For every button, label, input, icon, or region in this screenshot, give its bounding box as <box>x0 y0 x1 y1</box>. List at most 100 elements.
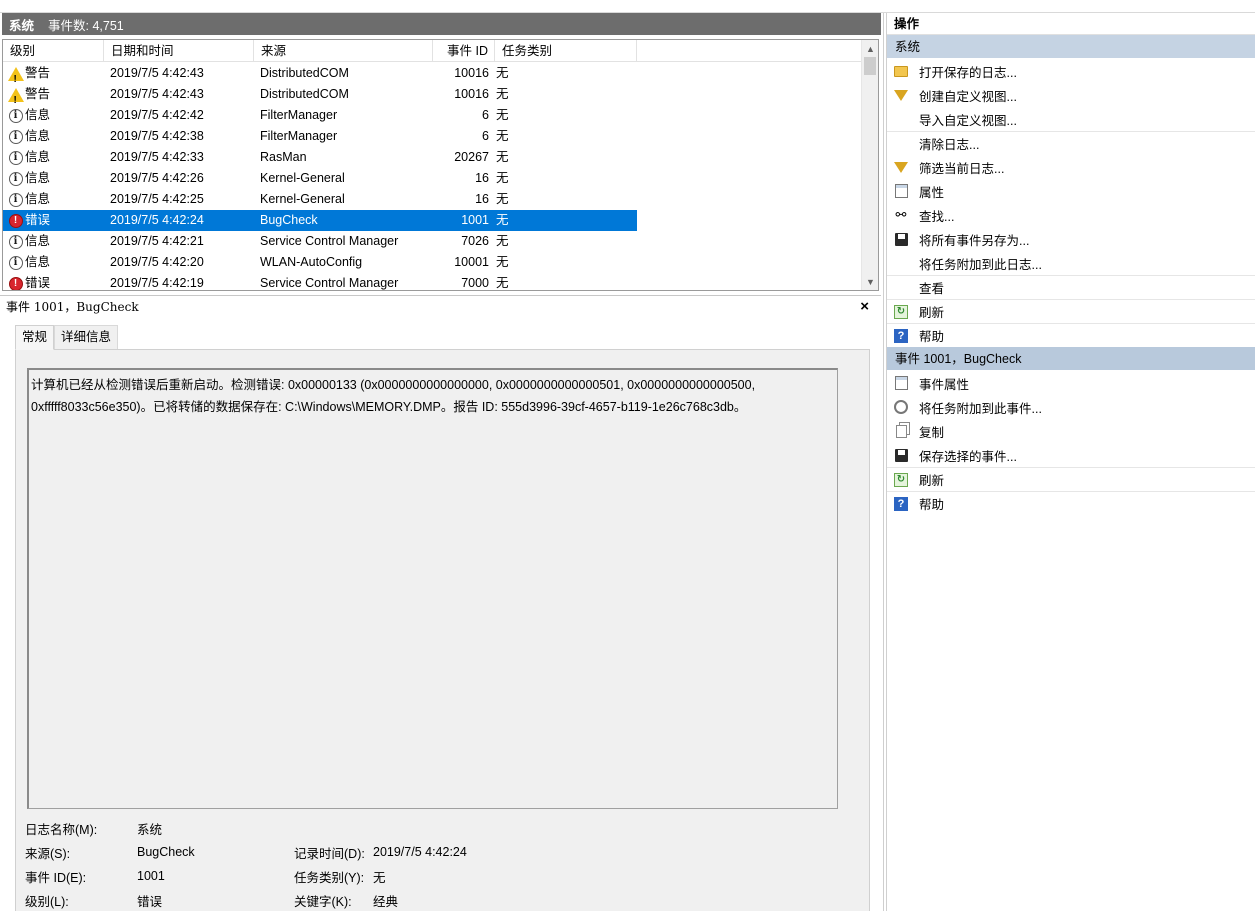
section-header-system[interactable]: 系统 <box>887 35 1255 59</box>
prop-row-event-id: 事件 ID(E): 1001 任务类别(Y): 无 <box>25 864 865 888</box>
blank-icon <box>893 280 909 296</box>
action-item[interactable]: 事件属性 <box>887 371 1255 395</box>
action-item[interactable]: 属性 <box>887 179 1255 203</box>
level-cell: i 信息 <box>3 168 104 189</box>
datetime-cell: 2019/7/5 4:42:21 <box>110 234 204 248</box>
copy-icon <box>893 423 909 439</box>
table-row[interactable]: i 信息 2019/7/5 4:42:38 FilterManager 6 无 <box>3 126 863 147</box>
table-row[interactable]: i 信息 2019/7/5 4:42:26 Kernel-General 16 无 <box>3 168 863 189</box>
pane-divider[interactable] <box>883 13 884 911</box>
action-item[interactable]: ? 帮助 <box>887 323 1255 347</box>
scroll-thumb[interactable] <box>864 57 876 75</box>
info-icon: i <box>8 171 23 186</box>
source-cell: Service Control Manager <box>260 276 399 290</box>
task-category-cell: 无 <box>496 192 509 206</box>
column-header-event-id[interactable]: 事件 ID <box>433 40 495 62</box>
event-actions-list: 事件属性将任务附加到此事件... 复制 保存选择的事件... ↻ 刷新? 帮助 <box>887 371 1255 515</box>
action-item[interactable]: 保存选择的事件... <box>887 443 1255 467</box>
table-row[interactable]: i 信息 2019/7/5 4:42:33 RasMan 20267 无 <box>3 147 863 168</box>
tab-details[interactable]: 详细信息 <box>54 325 119 349</box>
action-item[interactable]: ? 帮助 <box>887 491 1255 515</box>
blank-icon <box>893 136 909 152</box>
source-cell: Kernel-General <box>260 192 345 206</box>
action-item[interactable]: 将任务附加到此日志... <box>887 251 1255 275</box>
task-category-cell: 无 <box>496 87 509 101</box>
tab-general[interactable]: 常规 <box>15 325 55 350</box>
level-cell: i 信息 <box>3 105 104 126</box>
datetime-cell: 2019/7/5 4:42:42 <box>110 108 204 122</box>
task-category-cell: 无 <box>496 150 509 164</box>
event-id-cell: 10016 <box>454 66 489 80</box>
event-detail-title: 事件 1001，BugCheck <box>6 300 139 314</box>
column-header-task-category[interactable]: 任务类别 <box>495 40 637 62</box>
table-row[interactable]: i 信息 2019/7/5 4:42:25 Kernel-General 16 无 <box>3 189 863 210</box>
level-text: 警告 <box>25 66 51 80</box>
datetime-cell: 2019/7/5 4:42:33 <box>110 150 204 164</box>
datetime-cell: 2019/7/5 4:42:43 <box>110 87 204 101</box>
event-id-cell: 20267 <box>454 150 489 164</box>
action-label: 事件属性 <box>919 377 970 392</box>
column-header-source[interactable]: 来源 <box>254 40 433 62</box>
binoculars-icon: ⚯ <box>895 207 907 222</box>
level-text: 信息 <box>25 255 51 269</box>
column-header-datetime[interactable]: 日期和时间 <box>104 40 254 62</box>
warning-icon <box>7 87 24 105</box>
action-item[interactable]: ↻ 刷新 <box>887 299 1255 323</box>
datetime-cell: 2019/7/5 4:42:25 <box>110 192 204 206</box>
section-header-event[interactable]: 事件 1001，BugCheck <box>887 347 1255 371</box>
task-clock-icon <box>893 399 909 415</box>
info-icon: i <box>8 192 23 207</box>
table-row[interactable]: i 信息 2019/7/5 4:42:42 FilterManager 6 无 <box>3 105 863 126</box>
logged-label: 记录时间(D): <box>294 846 365 861</box>
prop-row-source: 来源(S): BugCheck 记录时间(D): 2019/7/5 4:42:2… <box>25 840 865 864</box>
action-item[interactable]: ↻ 刷新 <box>887 467 1255 491</box>
properties-icon <box>893 375 909 391</box>
action-item[interactable]: 导入自定义视图... <box>887 107 1255 131</box>
level-cell: 警告 <box>3 63 104 84</box>
help-icon: ? <box>893 496 909 512</box>
info-icon: i <box>8 108 23 123</box>
description-line-2: 0xfffff8033c56e350)。已将转储的数据保存在: C:\Windo… <box>31 400 747 414</box>
task-category-label: 任务类别(Y): <box>294 870 365 885</box>
list-scrollbar[interactable]: ▲ ▼ <box>861 40 878 290</box>
actions-pane: 操作 系统 打开保存的日志... 创建自定义视图... 导入自定义视图... 清除日志… <box>886 13 1255 911</box>
level-text: 信息 <box>25 171 51 185</box>
level-cell: i 信息 <box>3 189 104 210</box>
event-detail-title-bar: 事件 1001，BugCheck × <box>0 295 881 317</box>
keywords-value: 经典 <box>373 894 399 909</box>
action-label: 清除日志... <box>919 138 980 152</box>
log-name-label: 日志名称(M): <box>25 822 98 837</box>
action-item[interactable]: 创建自定义视图... <box>887 83 1255 107</box>
close-icon[interactable]: × <box>860 298 869 315</box>
action-label: 刷新 <box>919 306 945 320</box>
task-category-cell: 无 <box>496 129 509 143</box>
action-item[interactable]: 打开保存的日志... <box>887 59 1255 83</box>
table-row[interactable]: i 信息 2019/7/5 4:42:21 Service Control Manag… <box>3 231 863 252</box>
table-row[interactable]: 警告 2019/7/5 4:42:43 DistributedCOM 10016 无 <box>3 84 863 105</box>
event-description[interactable]: 计算机已经从检测错误后重新启动。检测错误: 0x00000133 (0x0000… <box>27 368 838 809</box>
scroll-up-arrow-icon[interactable]: ▲ <box>862 40 878 57</box>
table-row[interactable]: ! 错误 2019/7/5 4:42:24 BugCheck 1001 无 <box>3 210 863 231</box>
action-item[interactable]: 复制 <box>887 419 1255 443</box>
level-text: 警告 <box>25 87 51 101</box>
event-properties: 日志名称(M): 系统 来源(S): BugCheck 记录时间(D): 201… <box>25 816 865 911</box>
task-category-cell: 无 <box>496 276 509 290</box>
level-value: 错误 <box>137 894 163 909</box>
action-item[interactable]: 筛选当前日志... <box>887 155 1255 179</box>
event-list-pane: 系统 事件数: 4,751 级别 日期和时间 来源 事件 ID 任务类别 警告 2… <box>0 13 881 911</box>
top-strip <box>0 0 1255 13</box>
prop-row-level: 级别(L): 错误 关键字(K): 经典 <box>25 888 865 911</box>
event-list[interactable]: 级别 日期和时间 来源 事件 ID 任务类别 警告 2019/7/5 4:42:4… <box>2 39 879 291</box>
column-header-level[interactable]: 级别 <box>3 40 104 62</box>
level-text: 信息 <box>25 234 51 248</box>
action-item[interactable]: 清除日志... <box>887 131 1255 155</box>
action-item[interactable]: 将所有事件另存为... <box>887 227 1255 251</box>
event-id-cell: 16 <box>475 171 489 185</box>
table-row[interactable]: 警告 2019/7/5 4:42:43 DistributedCOM 10016 无 <box>3 63 863 84</box>
action-item[interactable]: 查看 <box>887 275 1255 299</box>
action-item[interactable]: 将任务附加到此事件... <box>887 395 1255 419</box>
table-row[interactable]: i 信息 2019/7/5 4:42:20 WLAN-AutoConfig 10001 无 <box>3 252 863 273</box>
action-item[interactable]: ⚯ 查找... <box>887 203 1255 227</box>
table-row[interactable]: ! 错误 2019/7/5 4:42:19 Service Control Manag… <box>3 273 863 290</box>
scroll-down-arrow-icon[interactable]: ▼ <box>862 273 878 290</box>
